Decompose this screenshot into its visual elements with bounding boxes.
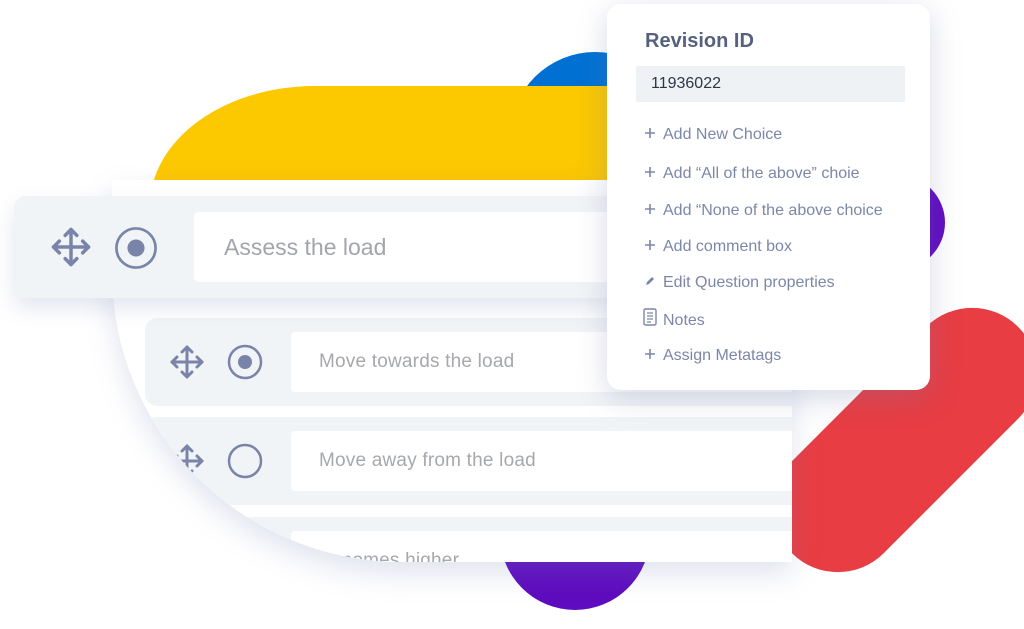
plus-icon bbox=[643, 123, 657, 147]
pencil-icon bbox=[643, 271, 657, 295]
menu-title: Revision ID bbox=[645, 30, 754, 52]
menu-item-add-new-choice[interactable]: Add New Choice bbox=[643, 123, 782, 147]
drag-handle-icon[interactable] bbox=[169, 344, 205, 385]
radio-unselected-icon[interactable] bbox=[227, 443, 263, 484]
notes-icon bbox=[643, 308, 657, 334]
menu-item-edit-question-properties[interactable]: Edit Question properties bbox=[643, 271, 835, 295]
plus-icon bbox=[643, 199, 657, 223]
drag-handle-icon[interactable] bbox=[50, 226, 92, 273]
radio-selected-icon[interactable] bbox=[114, 226, 158, 275]
menu-item-add-all-of-above[interactable]: Add “All of the above” choie bbox=[643, 162, 860, 186]
context-menu: Revision ID 11936022 Add New Choice Add … bbox=[607, 4, 930, 390]
drag-handle-icon[interactable] bbox=[169, 443, 205, 484]
plus-icon bbox=[643, 162, 657, 186]
radio-selected-icon[interactable] bbox=[227, 344, 263, 385]
revision-id-field[interactable]: 11936022 bbox=[636, 66, 905, 102]
choice-row[interactable]: Becomes higher bbox=[145, 517, 792, 562]
question-row[interactable]: Assess the load bbox=[14, 196, 654, 298]
choice-input[interactable]: Becomes higher bbox=[291, 531, 792, 562]
menu-item-add-none-of-above[interactable]: Add “None of the above choice bbox=[643, 199, 883, 223]
menu-item-notes[interactable]: Notes bbox=[643, 308, 705, 332]
choice-row[interactable]: Move away from the load bbox=[145, 417, 792, 505]
plus-icon bbox=[643, 344, 657, 368]
question-input[interactable]: Assess the load bbox=[194, 212, 654, 282]
menu-item-add-comment-box[interactable]: Add comment box bbox=[643, 235, 792, 259]
choice-input[interactable]: Move away from the load bbox=[291, 431, 792, 491]
plus-icon bbox=[643, 235, 657, 259]
menu-item-assign-metatags[interactable]: Assign Metatags bbox=[643, 344, 781, 368]
